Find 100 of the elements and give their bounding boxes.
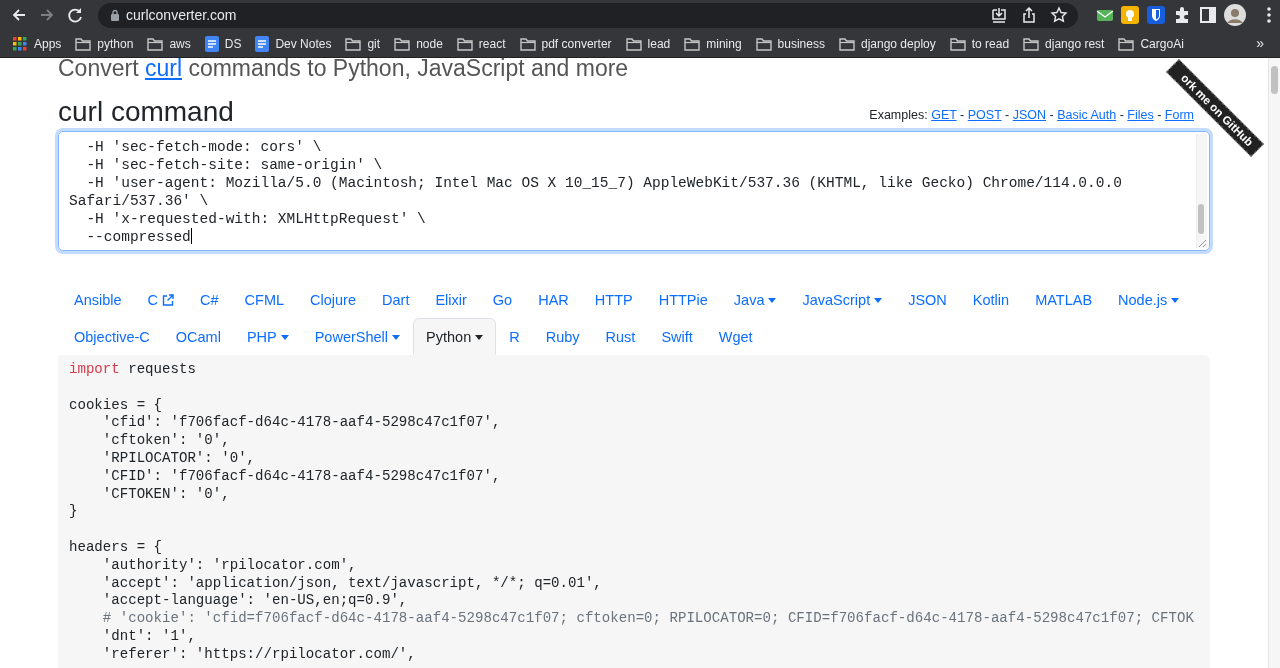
example-link[interactable]: Form xyxy=(1164,108,1194,123)
language-tab[interactable]: Go xyxy=(479,281,526,318)
language-tab[interactable]: C# xyxy=(187,281,232,318)
avatar-icon[interactable] xyxy=(1224,4,1246,26)
folder-icon xyxy=(625,36,642,51)
language-tab[interactable]: Clojure xyxy=(297,281,369,318)
language-tab[interactable]: JavaScript xyxy=(789,281,896,318)
language-tab[interactable]: Ruby xyxy=(532,318,593,355)
install-icon[interactable] xyxy=(990,6,1008,24)
bookmark[interactable]: django rest xyxy=(1023,34,1105,53)
bookmark-label: django deploy xyxy=(861,35,936,53)
bookmark[interactable]: to read xyxy=(949,34,1010,53)
shield-extension-icon[interactable] xyxy=(1146,5,1166,25)
caret-icon xyxy=(475,334,484,340)
language-tab[interactable]: Java xyxy=(720,281,790,318)
bookmark-label: CargoAi xyxy=(1140,35,1184,53)
bookmark[interactable]: aws xyxy=(147,34,191,53)
page-scrollbar[interactable] xyxy=(1268,58,1280,668)
language-tab[interactable]: Wget xyxy=(705,318,766,355)
example-link[interactable]: POST xyxy=(967,108,1002,123)
language-tab[interactable]: Ansible xyxy=(61,281,135,318)
curl-link[interactable]: curl xyxy=(144,58,182,81)
language-tab[interactable]: Dart xyxy=(369,281,423,318)
caret-icon xyxy=(874,297,883,303)
bookmark[interactable]: pdf converter xyxy=(519,34,612,53)
language-tab[interactable]: Kotlin xyxy=(959,281,1023,318)
folder-icon xyxy=(147,36,164,51)
language-tab[interactable]: Python xyxy=(413,318,497,355)
code-line-text: headers = { xyxy=(69,538,163,555)
code-line-text: } xyxy=(69,503,78,520)
code-line-text: # 'cookie': 'cfid=f706facf-d64c-4178-aaf4-5298c47c1f07; cftoken=0; RPILOCATOR=0; CFID=f706facf-d64c-4178-aaf4-5298c47c1f07; CFTOK xyxy=(101,610,1194,627)
separator-text: - xyxy=(1118,108,1125,123)
bulb-extension-icon[interactable] xyxy=(1120,5,1140,25)
bookmark[interactable]: CargoAi xyxy=(1118,34,1184,53)
share-icon[interactable] xyxy=(1020,6,1038,24)
more-bookmarks-button[interactable]: » xyxy=(1256,33,1264,54)
code-line-text: 'CFTOKEN': '0', xyxy=(101,485,230,502)
folder-icon xyxy=(684,36,701,51)
caret-icon xyxy=(768,297,777,303)
folder-icon xyxy=(755,36,772,51)
external-link-icon xyxy=(162,294,175,306)
code-line-text: import requests xyxy=(69,361,196,377)
language-tab[interactable]: HTTP xyxy=(581,281,646,318)
folder-icon xyxy=(75,36,92,51)
star-icon[interactable] xyxy=(1050,6,1068,24)
document-icon xyxy=(255,35,270,52)
language-tab[interactable]: Elixir xyxy=(422,281,480,318)
bookmark-label: react xyxy=(478,35,506,53)
resize-grip-icon[interactable] xyxy=(1198,239,1206,247)
language-tab[interactable]: Swift xyxy=(648,318,706,355)
folder-icon xyxy=(1023,36,1040,51)
language-tab[interactable]: Node.js xyxy=(1105,281,1193,318)
bookmark[interactable]: business xyxy=(755,34,825,53)
curl-input-field[interactable]: -H 'sec-fetch-mode: cors' \ -H 'sec-fetch-site: same-origin' \ -H 'user-agent: Mozilla/5.0 (Macintosh; Intel Mac OS X 10_15_7) AppleWebKit/537.36 (KHTML, like Gecko) Chrome/114.0.0.0 Safari/537.36' \ -H 'x-requested-with: XMLHttpRequest' \ --compressed xyxy=(58,131,1210,251)
code-line-text: 'cftoken': '0', xyxy=(101,432,230,449)
address-bar[interactable]: curlconverter.com xyxy=(98,2,1078,28)
language-tab[interactable]: HTTPie xyxy=(645,281,721,318)
bookmark[interactable]: git xyxy=(345,34,381,53)
language-tab[interactable]: MATLAB xyxy=(1022,281,1106,318)
textarea-scrollbar[interactable] xyxy=(1196,134,1207,248)
language-tab[interactable]: PowerShell xyxy=(301,318,414,355)
bookmark[interactable]: react xyxy=(456,34,506,53)
bookmark-label: node xyxy=(416,35,443,53)
document-icon xyxy=(204,35,219,52)
separator-text: - xyxy=(1048,108,1055,123)
side-panel-icon[interactable] xyxy=(1198,5,1218,25)
bookmark-label: business xyxy=(777,35,825,53)
caret-icon xyxy=(280,334,289,340)
code-line-text: 'cfid': 'f706facf-d64c-4178-aaf4-5298c47c1f07', xyxy=(101,414,501,431)
example-link[interactable]: Files xyxy=(1127,108,1154,123)
bookmark[interactable]: mining xyxy=(684,34,742,53)
language-tab[interactable]: C xyxy=(134,281,188,318)
menu-icon[interactable] xyxy=(1266,6,1272,24)
bookmark[interactable]: Dev Notes xyxy=(255,34,332,53)
bookmark[interactable]: Apps xyxy=(12,34,62,53)
language-tab[interactable]: JSON xyxy=(895,281,960,318)
examples-label: Examples: xyxy=(869,108,929,123)
example-link[interactable]: GET xyxy=(931,108,957,123)
url-text: curlconverter.com xyxy=(126,5,238,25)
example-link[interactable]: Basic Auth xyxy=(1057,108,1117,123)
language-tab[interactable]: Rust xyxy=(592,318,649,355)
folder-icon xyxy=(456,36,473,51)
bookmark[interactable]: DS xyxy=(204,34,242,53)
language-tab[interactable]: R xyxy=(496,318,533,355)
section-heading: curl command xyxy=(58,97,234,127)
bookmark[interactable]: node xyxy=(394,34,443,53)
example-link[interactable]: JSON xyxy=(1012,108,1046,123)
bookmark[interactable]: django deploy xyxy=(839,34,936,53)
bookmark[interactable]: python xyxy=(75,34,134,53)
language-tab[interactable]: CFML xyxy=(231,281,298,318)
bookmark-label: DS xyxy=(224,35,242,53)
bookmark[interactable]: lead xyxy=(625,34,671,53)
language-tab[interactable]: PHP xyxy=(233,318,302,355)
bookmark-label: Dev Notes xyxy=(275,35,332,53)
language-tab[interactable]: Objective-C xyxy=(61,318,163,355)
folder-icon xyxy=(1118,36,1135,51)
bookmark-label: aws xyxy=(169,35,191,53)
language-tab[interactable]: OCaml xyxy=(162,318,234,355)
bookmark-label: lead xyxy=(647,35,671,53)
language-tab[interactable]: HAR xyxy=(525,281,582,318)
